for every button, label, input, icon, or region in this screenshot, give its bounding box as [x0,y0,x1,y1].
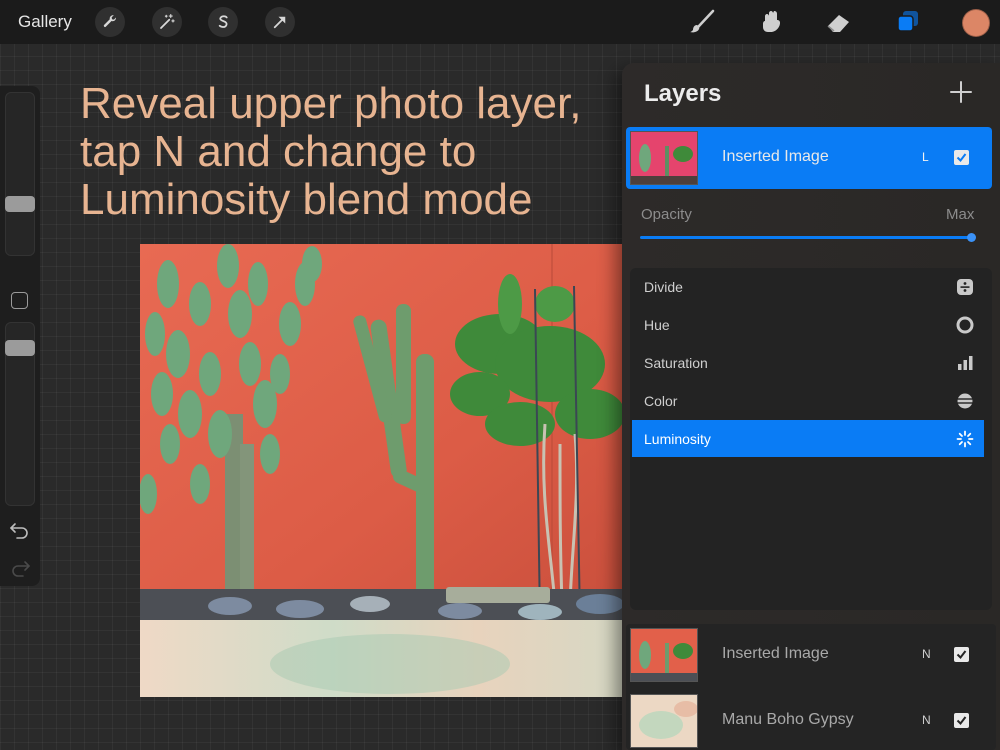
brush-size-handle[interactable] [5,196,35,212]
brush-opacity-handle[interactable] [5,340,35,356]
layer-thumbnail [630,628,698,682]
layer-row-selected[interactable]: Inserted Image L [626,127,992,189]
selection-s-icon [218,15,228,28]
layer-thumbnail-image [631,695,697,747]
checkmark-icon [956,153,967,163]
layer-blend-mode-button[interactable]: N [922,647,931,661]
saturation-icon [958,356,973,370]
undo-button[interactable] [8,520,32,540]
blend-mode-label: Divide [644,279,683,295]
transform-arrow-icon [273,16,286,29]
layers-button[interactable] [893,7,923,37]
instruction-line: tap N and change to [80,127,477,176]
divide-icon [957,279,973,295]
layer-thumbnail-image [631,132,697,184]
add-layer-button[interactable] [948,79,974,105]
instruction-line: Reveal upper photo layer, [80,79,582,128]
gallery-button[interactable]: Gallery [18,12,72,32]
undo-icon [10,523,28,539]
layer-thumbnail [630,694,698,748]
layer-name: Inserted Image [722,148,829,165]
layer-blend-mode-button[interactable]: N [922,713,931,727]
opacity-slider-handle[interactable] [967,233,976,242]
blend-mode-label: Luminosity [644,431,711,447]
hue-icon [956,316,974,334]
layers-title: Layers [644,80,722,107]
opacity-label: Opacity [641,206,692,223]
eraser-tool[interactable] [824,7,854,37]
magic-wand-icon [160,13,175,29]
opacity-value: Max [946,206,975,223]
blend-mode-color[interactable]: Color [632,382,984,419]
blend-mode-luminosity[interactable]: Luminosity [632,420,984,457]
color-picker-button[interactable] [962,9,990,37]
checkmark-icon [956,650,967,660]
smudge-tool[interactable] [756,7,786,37]
brush-size-slider[interactable] [5,92,35,256]
blend-mode-label: Hue [644,317,670,333]
luminosity-icon [956,430,974,448]
layer-name: Manu Boho Gypsy [722,711,854,728]
canvas-artwork[interactable] [140,244,622,697]
layer-row[interactable]: Inserted Image N [626,624,992,686]
eraser-icon [827,15,849,32]
layer-list: Inserted Image N Manu Boho Gypsy N [626,624,996,750]
actions-button[interactable] [95,7,125,37]
layer-blend-mode-button[interactable]: L [922,150,929,164]
modify-button[interactable] [11,292,28,309]
layer-visibility-checkbox[interactable] [954,647,969,662]
plus-icon [950,81,972,103]
brush-icon [690,9,715,33]
left-sidebar [0,86,40,586]
layers-icon [897,11,918,32]
wrench-icon [103,15,116,28]
layer-visibility-checkbox[interactable] [954,713,969,728]
color-icon [957,393,973,409]
blend-mode-label: Saturation [644,355,708,371]
redo-icon [12,561,30,577]
top-toolbar: Gallery [0,0,1000,44]
brush-tool[interactable] [688,7,718,37]
adjustments-button[interactable] [152,7,182,37]
checkmark-icon [956,716,967,726]
redo-button[interactable] [8,558,32,578]
selection-button[interactable] [208,7,238,37]
layer-name: Inserted Image [722,645,829,662]
layers-panel: Layers Inserted Image L Opacity Max Divi… [622,63,1000,750]
layer-thumbnail [630,131,698,185]
blend-mode-divide[interactable]: Divide [632,268,984,305]
instruction-line: Luminosity blend mode [80,175,533,224]
transform-button[interactable] [265,7,295,37]
blend-mode-list: Divide Hue Saturation Color Luminosity [630,268,992,610]
layer-row[interactable]: Manu Boho Gypsy N [626,690,992,750]
layer-thumbnail-image [631,629,697,681]
blend-mode-saturation[interactable]: Saturation [632,344,984,381]
smudge-icon [763,11,780,32]
blend-mode-hue[interactable]: Hue [632,306,984,343]
instruction-text: Reveal upper photo layer, tap N and chan… [80,80,625,224]
opacity-slider[interactable] [640,233,976,242]
cactus-photo [140,244,622,697]
blend-mode-label: Color [644,393,678,409]
layer-visibility-checkbox[interactable] [954,150,969,165]
